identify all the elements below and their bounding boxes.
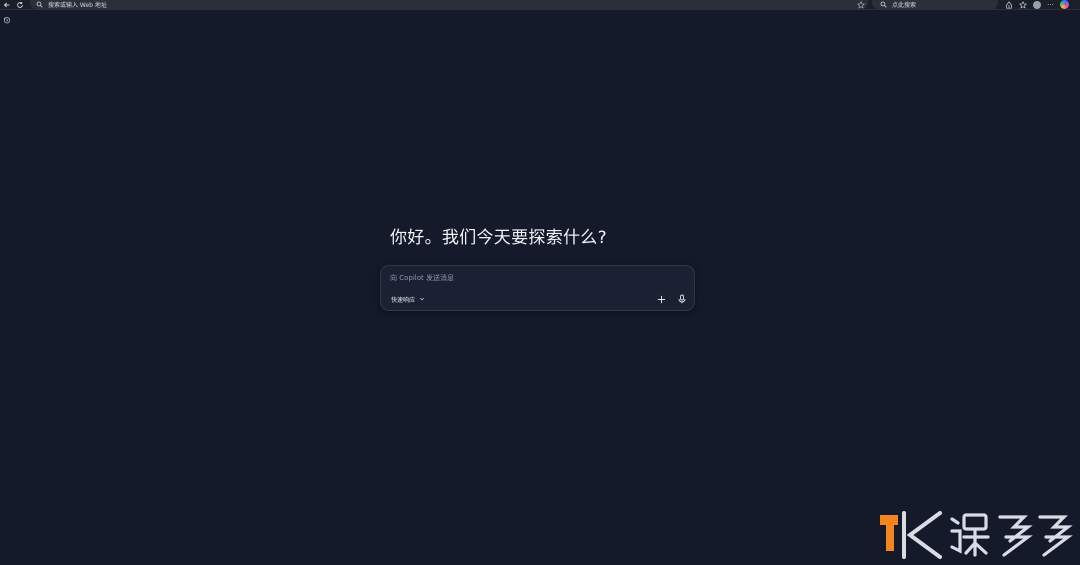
history-icon (3, 17, 11, 24)
refresh-icon (17, 1, 23, 8)
back-arrow-icon (3, 2, 10, 8)
response-mode-label: 快速响应 (391, 296, 416, 304)
watermark-logo (880, 511, 1073, 559)
microphone-icon (678, 294, 686, 304)
copilot-logo-icon (1060, 0, 1069, 9)
message-composer: 快速响应 (380, 265, 695, 311)
back-button[interactable] (1, 0, 13, 10)
chevron-down-icon (419, 297, 425, 301)
toolbar-right-icons: ··· (1004, 0, 1069, 9)
favorites-button[interactable] (1018, 0, 1027, 9)
plus-icon (657, 295, 665, 303)
voice-input-button[interactable] (675, 292, 689, 306)
address-bar[interactable]: 搜索或输入 Web 地址 (30, 0, 868, 9)
avatar (1032, 0, 1041, 9)
add-attachment-button[interactable] (654, 292, 668, 306)
more-icon: ··· (1047, 0, 1054, 9)
page-title: 你好。我们今天要探索什么? (390, 228, 607, 248)
copilot-button[interactable] (1060, 0, 1069, 9)
search-icon (880, 1, 887, 8)
extensions-icon (1005, 0, 1012, 9)
browser-toolbar: 搜索或输入 Web 地址 点此搜索 ··· (0, 0, 1080, 10)
search-bar-placeholder: 点此搜索 (892, 2, 917, 9)
response-mode-select[interactable]: 快速响应 (391, 293, 425, 305)
star-icon (857, 0, 865, 9)
more-menu-button[interactable]: ··· (1046, 0, 1055, 9)
favorite-button[interactable] (856, 0, 866, 9)
star-icon (1018, 0, 1027, 9)
address-bar-placeholder: 搜索或输入 Web 地址 (48, 2, 107, 9)
message-input[interactable] (390, 272, 680, 284)
search-icon (36, 1, 43, 8)
refresh-button[interactable] (14, 0, 26, 10)
history-button[interactable] (2, 15, 12, 25)
extensions-button[interactable] (1004, 0, 1013, 9)
profile-button[interactable] (1032, 0, 1041, 9)
web-search-bar[interactable]: 点此搜索 (872, 0, 998, 9)
